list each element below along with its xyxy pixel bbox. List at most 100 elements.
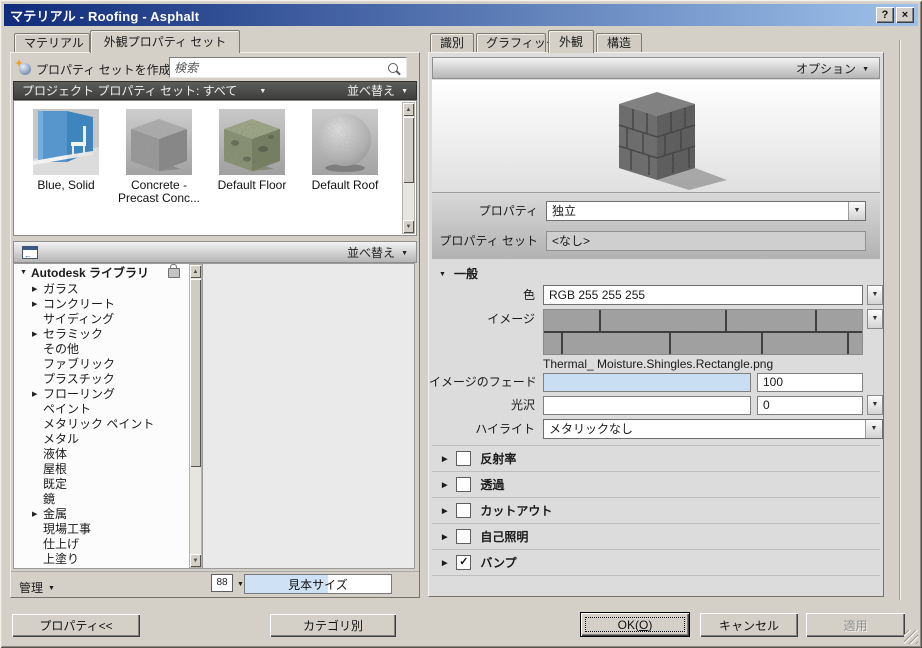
section-transparency[interactable]: ▶ 透過 <box>432 472 880 498</box>
scrollbar-thumb[interactable] <box>190 279 201 467</box>
chevron-down-icon[interactable]: ▼ <box>401 250 408 257</box>
chevron-down-icon[interactable]: ▼ <box>865 420 882 438</box>
expand-icon[interactable]: ▶ <box>442 534 447 541</box>
expand-icon[interactable]: ▶ <box>32 330 43 338</box>
cutout-checkbox[interactable] <box>456 503 472 518</box>
tab-identity[interactable]: 識別 <box>430 33 474 52</box>
scroll-down-button[interactable]: ▼ <box>403 220 414 233</box>
by-category-button[interactable]: カテゴリ別 <box>270 614 396 637</box>
reflectivity-checkbox[interactable] <box>456 451 472 466</box>
material-preview[interactable] <box>432 80 880 193</box>
tab-appearance[interactable]: 外観 <box>548 30 594 53</box>
create-property-set-button[interactable]: プロパティ セットを作成 ▼ <box>15 57 187 81</box>
chevron-down-icon[interactable]: ▼ <box>848 202 865 220</box>
sort-dropdown[interactable]: 並べ替え <box>347 82 395 99</box>
project-property-set-dropdown[interactable]: プロジェクト プロパティ セット: すべて <box>22 82 237 99</box>
image-texture-preview[interactable] <box>543 309 863 355</box>
expand-icon[interactable]: ▶ <box>32 300 43 308</box>
chevron-down-icon[interactable]: ▼ <box>259 88 266 95</box>
expand-icon[interactable]: ▶ <box>442 560 447 567</box>
expand-icon[interactable]: ▶ <box>32 510 43 518</box>
gloss-options-button[interactable]: ▼ <box>867 395 883 415</box>
chevron-down-icon[interactable]: ▼ <box>401 88 408 95</box>
expand-icon[interactable]: ▶ <box>442 482 447 489</box>
title-bar[interactable]: マテリアル - Roofing - Asphalt ? × <box>4 4 918 26</box>
search-icon[interactable] <box>388 62 398 73</box>
tree-item-plastic[interactable]: プラスチック <box>14 371 202 386</box>
tree-item-finish[interactable]: 仕上げ <box>14 536 202 551</box>
ok-button[interactable]: OK(O) <box>580 612 690 637</box>
library-sort-dropdown[interactable]: 並べ替え <box>347 244 395 261</box>
tree-item-paint[interactable]: ペイント <box>14 401 202 416</box>
scrollbar-thumb[interactable] <box>403 117 414 183</box>
tab-structure[interactable]: 構造 <box>596 33 642 52</box>
tab-appearance-property-set[interactable]: 外観プロパティ セット <box>90 30 240 53</box>
color-options-button[interactable]: ▼ <box>867 285 883 305</box>
tree-item-sitework[interactable]: 現場工事 <box>14 521 202 536</box>
highlight-combobox[interactable]: メタリックなし ▼ <box>543 419 883 439</box>
tree-root-autodesk-library[interactable]: ▼ Autodesk ライブラリ <box>14 264 202 281</box>
tree-item-misc[interactable]: その他 <box>14 341 202 356</box>
tab-graphics[interactable]: グラフィックス <box>476 33 569 52</box>
material-item-concrete[interactable]: Concrete - Precast Conc... <box>115 109 203 205</box>
close-button[interactable]: × <box>896 7 914 23</box>
section-self-illumination[interactable]: ▶ 自己照明 <box>432 524 880 550</box>
collapse-icon[interactable]: ▼ <box>439 271 446 278</box>
tree-item-flooring[interactable]: ▶ フローリング <box>14 386 202 401</box>
section-reflectivity[interactable]: ▶ 反射率 <box>432 445 880 472</box>
image-options-button[interactable]: ▼ <box>867 309 883 329</box>
library-panel-icon[interactable] <box>22 245 38 260</box>
tree-scrollbar[interactable]: ▲ ▼ <box>189 264 202 568</box>
thumbnail-list-scrollbar[interactable]: ▲ ▼ <box>402 102 415 234</box>
chevron-down-icon[interactable]: ▼ <box>862 66 869 73</box>
tree-item-ceramic[interactable]: ▶ セラミック <box>14 326 202 341</box>
self-illumination-checkbox[interactable] <box>456 529 472 544</box>
tree-item-fabric[interactable]: ファブリック <box>14 356 202 371</box>
library-material-list[interactable] <box>203 263 415 569</box>
tree-item-metals[interactable]: ▶ 金属 <box>14 506 202 521</box>
properties-toggle-button[interactable]: プロパティ<< <box>12 614 140 637</box>
gloss-value[interactable]: 0 <box>757 396 863 415</box>
thumbnail-view-button[interactable]: 88 <box>211 574 233 592</box>
search-input[interactable] <box>170 58 388 77</box>
section-cutout[interactable]: ▶ カットアウト <box>432 498 880 524</box>
image-fade-slider[interactable] <box>543 373 751 392</box>
general-section-header[interactable]: ▼ 一般 <box>439 265 478 282</box>
sample-size-input[interactable] <box>244 574 392 594</box>
expand-icon[interactable]: ▶ <box>442 456 447 463</box>
manage-dropdown[interactable]: 管理 ▼ <box>15 575 59 599</box>
tree-item-default[interactable]: 既定 <box>14 476 202 491</box>
expand-icon[interactable]: ▶ <box>442 508 447 515</box>
tree-item-siding[interactable]: サイディング <box>14 311 202 326</box>
material-item-blue-solid[interactable]: Blue, Solid <box>22 109 110 205</box>
expand-icon[interactable]: ▶ <box>32 285 43 293</box>
tree-item-topcoat[interactable]: 上塗り <box>14 551 202 566</box>
collapse-icon[interactable]: ▼ <box>20 269 31 276</box>
scroll-up-button[interactable]: ▲ <box>190 265 201 278</box>
scroll-down-button[interactable]: ▼ <box>190 554 201 567</box>
options-dropdown[interactable]: オプション <box>796 60 856 77</box>
resize-grip[interactable] <box>904 630 918 644</box>
image-fade-value[interactable]: 100 <box>757 373 863 392</box>
help-button[interactable]: ? <box>876 7 894 23</box>
transparency-checkbox[interactable] <box>456 477 472 492</box>
color-field[interactable]: RGB 255 255 255 <box>543 285 863 305</box>
tree-item-glass[interactable]: ▶ ガラス <box>14 281 202 296</box>
chevron-down-icon[interactable]: ▼ <box>237 581 244 588</box>
section-bump[interactable]: ▶ ✓ バンプ <box>432 550 880 576</box>
material-item-default-floor[interactable]: Default Floor <box>208 109 296 205</box>
tree-item-metal[interactable]: メタル <box>14 431 202 446</box>
tree-item-liquid[interactable]: 液体 <box>14 446 202 461</box>
cancel-button[interactable]: キャンセル <box>700 613 798 637</box>
tree-item-metallic-paint[interactable]: メタリック ペイント <box>14 416 202 431</box>
property-combobox[interactable]: 独立 ▼ <box>546 201 866 221</box>
bump-checkbox[interactable]: ✓ <box>456 555 472 570</box>
gloss-slider[interactable] <box>543 396 751 415</box>
tree-item-mirror[interactable]: 鏡 <box>14 491 202 506</box>
material-item-default-roof[interactable]: Default Roof <box>301 109 389 205</box>
tab-material[interactable]: マテリアル <box>14 33 90 52</box>
scroll-up-button[interactable]: ▲ <box>403 103 414 116</box>
expand-icon[interactable]: ▶ <box>32 390 43 398</box>
tree-item-roof[interactable]: 屋根 <box>14 461 202 476</box>
tree-item-concrete[interactable]: ▶ コンクリート <box>14 296 202 311</box>
